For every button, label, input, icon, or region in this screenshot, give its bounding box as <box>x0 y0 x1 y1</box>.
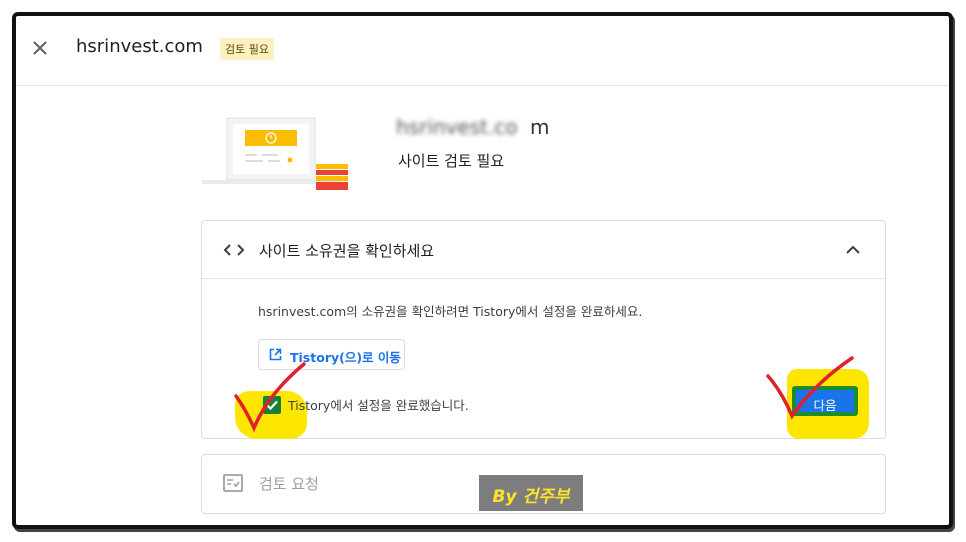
page-subtitle: 사이트 검토 필요 <box>398 152 505 170</box>
status-badge: 검토 필요 <box>220 38 274 60</box>
ownership-description: hsrinvest.com의 소유권을 확인하려면 Tistory에서 설정을 … <box>258 304 643 319</box>
dialog-frame: hsrinvest.com 검토 필요 hsrinvest.co m 사이트 검… <box>12 12 953 529</box>
site-title: hsrinvest.com <box>76 36 203 57</box>
site-illustration <box>202 116 362 192</box>
code-icon <box>223 241 245 259</box>
review-request-title: 검토 요청 <box>259 475 319 493</box>
setup-complete-label[interactable]: Tistory에서 설정을 완료했습니다. <box>288 395 469 414</box>
domain-heading-obscured: hsrinvest.co <box>396 115 518 139</box>
chevron-up-icon[interactable] <box>842 239 864 261</box>
header: hsrinvest.com 검토 필요 <box>16 16 949 86</box>
rate-review-icon <box>223 474 243 492</box>
ownership-card-header[interactable]: 사이트 소유권을 확인하세요 <box>202 221 885 279</box>
domain-heading-tail: m <box>530 115 550 139</box>
watermark-text: By 건주부 <box>492 487 570 507</box>
close-icon[interactable] <box>30 38 50 58</box>
watermark: By 건주부 <box>479 475 583 511</box>
open-in-new-icon <box>269 348 282 361</box>
check-icon <box>228 362 308 434</box>
ownership-card-title: 사이트 소유권을 확인하세요 <box>259 242 435 260</box>
check-icon <box>764 354 856 424</box>
